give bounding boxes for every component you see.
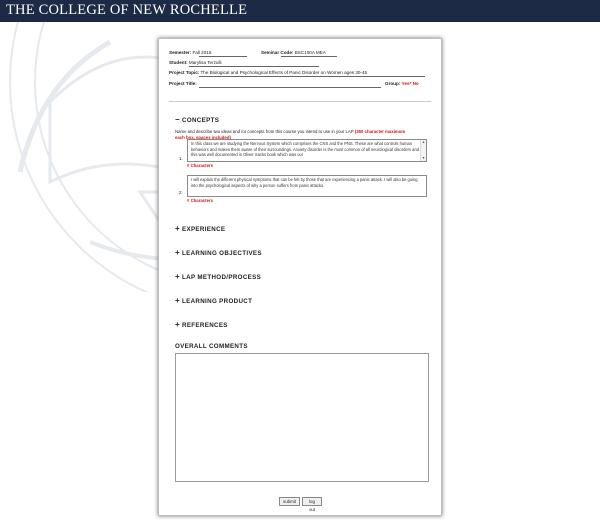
section-experience[interactable]: + EXPERIENCE: [175, 224, 225, 233]
expand-icon[interactable]: +: [175, 272, 182, 281]
concept-1-textarea[interactable]: In this class we are studying the Nervou…: [187, 139, 427, 162]
submit-button[interactable]: submit: [279, 497, 300, 506]
concept-2-textarea[interactable]: I will explain the different physical sy…: [187, 175, 427, 197]
overall-comments-title: OVERALL COMMENTS: [175, 343, 248, 350]
project-topic-row: Project Topic: The Biological and Psycho…: [169, 70, 368, 75]
section-learning-objectives[interactable]: + LEARNING OBJECTIVES: [175, 248, 262, 257]
student-underline: [189, 66, 319, 67]
scroll-down-icon[interactable]: ▼: [421, 156, 426, 161]
collapse-icon[interactable]: −: [175, 115, 182, 124]
concept-1-character-count: # Characters: [187, 163, 214, 168]
semester-row: Semester: Fall 2015: [169, 50, 212, 55]
seminar-code-value: BSC100A MEA: [294, 50, 326, 55]
section-lap-method-process[interactable]: + LAP METHOD/PROCESS: [175, 272, 261, 281]
project-topic-value: The Biological and Psychological Effects…: [200, 70, 368, 75]
project-title-row: Project Title:: [169, 81, 197, 86]
group-row: Group: Yes* No: [385, 81, 419, 86]
student-value: Marylisa Terzulli: [188, 60, 222, 65]
concept-1-number: 1.: [179, 156, 183, 161]
semester-underline: [199, 56, 247, 57]
semester-value: Fall 2015: [192, 50, 212, 55]
top-banner: THE COLLEGE OF NEW ROCHELLE: [0, 0, 600, 22]
expand-icon[interactable]: +: [175, 224, 182, 233]
concept-1-scrollbar[interactable]: ▲ ▼: [420, 140, 426, 161]
project-title-underline[interactable]: [199, 87, 381, 88]
section-references[interactable]: + REFERENCES: [175, 320, 228, 329]
overall-comments-textarea[interactable]: [175, 353, 429, 482]
expand-icon[interactable]: +: [175, 296, 182, 305]
logout-button[interactable]: log out: [302, 497, 322, 512]
seminar-code-row: Seminar Code: BSC100A MEA: [261, 50, 326, 55]
section-concepts[interactable]: − CONCEPTS: [175, 115, 219, 124]
project-topic-underline: [199, 76, 425, 77]
concepts-title: CONCEPTS: [182, 117, 220, 124]
header-divider: [169, 101, 431, 102]
seminar-code-underline: [281, 56, 337, 57]
expand-icon[interactable]: +: [175, 320, 182, 329]
expand-icon[interactable]: +: [175, 248, 182, 257]
concept-2-number: 2.: [179, 190, 183, 195]
section-learning-product[interactable]: + LEARNING PRODUCT: [175, 296, 252, 305]
student-row: Student: Marylisa Terzulli: [169, 60, 222, 65]
scroll-up-icon[interactable]: ▲: [421, 140, 426, 145]
lap-form-card: Semester: Fall 2015 Seminar Code: BSC100…: [158, 38, 442, 516]
college-logo-text: THE COLLEGE OF NEW ROCHELLE: [6, 2, 248, 18]
concept-2-character-count: # Characters: [187, 198, 214, 203]
group-value[interactable]: Yes* No: [402, 81, 419, 86]
